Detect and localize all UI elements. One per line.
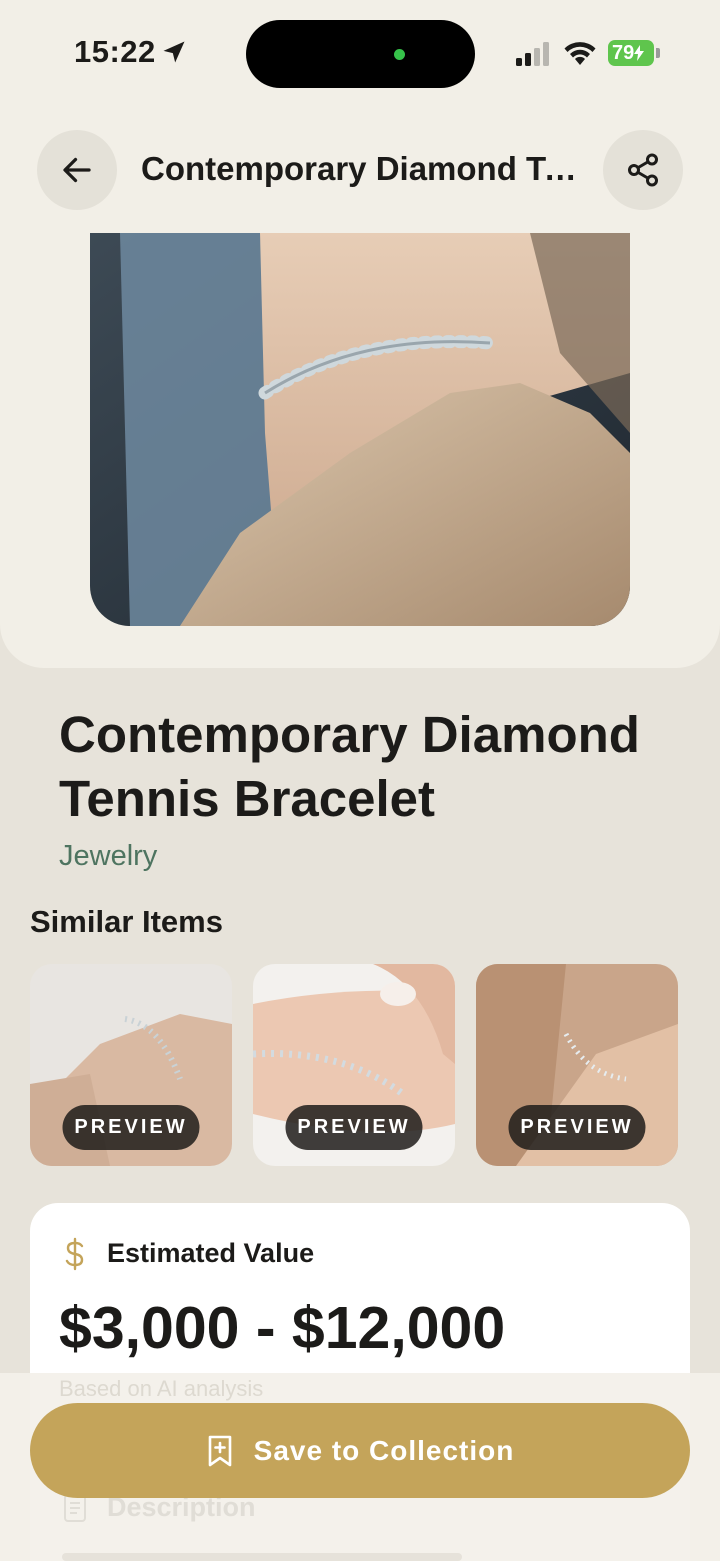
battery-level: 79 bbox=[612, 41, 635, 64]
dynamic-island bbox=[246, 20, 475, 88]
bookmark-add-icon bbox=[208, 1435, 231, 1466]
save-button-label: Save to Collection bbox=[253, 1434, 515, 1466]
dollar-icon bbox=[65, 1237, 84, 1271]
preview-button[interactable]: PREVIEW bbox=[508, 1105, 646, 1150]
similar-item-2[interactable]: PREVIEW bbox=[253, 964, 455, 1166]
preview-button[interactable]: PREVIEW bbox=[62, 1105, 200, 1150]
share-button[interactable] bbox=[603, 130, 683, 210]
battery-cap bbox=[656, 48, 660, 58]
wifi-icon bbox=[564, 42, 596, 65]
status-bar: 15:22 79 bbox=[0, 0, 720, 100]
camera-indicator bbox=[394, 49, 405, 60]
back-button[interactable] bbox=[37, 130, 117, 210]
battery-charging-icon: 79 bbox=[608, 40, 654, 66]
location-arrow-icon bbox=[163, 41, 185, 63]
similar-item-3[interactable]: PREVIEW bbox=[476, 964, 678, 1166]
description-text-placeholder bbox=[62, 1553, 462, 1561]
bolt-icon bbox=[634, 45, 645, 61]
share-icon bbox=[628, 153, 658, 187]
estimated-value-label: Estimated Value bbox=[107, 1238, 315, 1268]
value-note: Based on AI analysis bbox=[59, 1376, 264, 1401]
similar-items-heading: Similar Items bbox=[30, 904, 223, 939]
save-to-collection-button[interactable]: Save to Collection bbox=[30, 1403, 690, 1498]
similar-item-1[interactable]: PREVIEW bbox=[30, 964, 232, 1166]
preview-button[interactable]: PREVIEW bbox=[285, 1105, 423, 1150]
signal-icon bbox=[516, 42, 549, 66]
item-title: Contemporary Diamond Tennis Bracelet bbox=[59, 706, 640, 827]
status-time: 15:22 bbox=[74, 34, 156, 69]
estimated-value-range: $3,000 - $12,000 bbox=[59, 1295, 506, 1361]
item-category: Jewelry bbox=[59, 840, 158, 872]
arrow-left-icon bbox=[63, 157, 91, 183]
page-title: Contemporary Diamond Te... bbox=[141, 150, 586, 187]
product-image bbox=[90, 233, 630, 626]
